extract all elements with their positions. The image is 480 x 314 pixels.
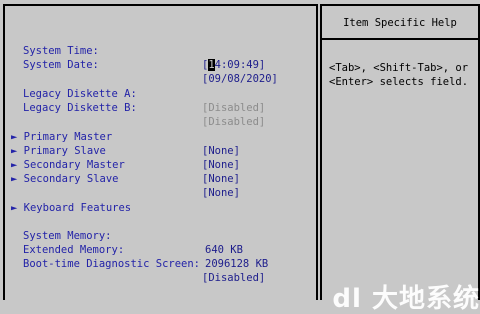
system-date-row[interactable]: System Date: [09/08/2020]: [5, 44, 278, 85]
primary-slave-row[interactable]: ► Primary Slave [None]: [5, 130, 240, 171]
primary-master-row[interactable]: ► Primary Master [None]: [5, 116, 240, 157]
legacy-diskette-a-row: Legacy Diskette A: [Disabled]: [5, 73, 265, 114]
bios-main-screen: System Time: [14:09:49] System Date: [09…: [0, 0, 480, 312]
legacy-diskette-a-value: [Disabled]: [202, 102, 266, 114]
help-title: Item Specific Help: [343, 17, 457, 29]
keyboard-features-row[interactable]: ► Keyboard Features: [5, 187, 131, 214]
secondary-master-value: [None]: [202, 173, 240, 185]
system-time-row[interactable]: System Time: [14:09:49]: [5, 30, 265, 71]
help-text: <Tab>, <Shift-Tab>, or <Enter> selects f…: [329, 62, 469, 88]
help-panel: Item Specific Help <Tab>, <Shift-Tab>, o…: [320, 4, 480, 300]
system-time-value[interactable]: [14:09:49]: [202, 58, 265, 72]
extended-memory-row: Extended Memory: 2096128 KB: [5, 229, 268, 270]
boot-diagnostic-value[interactable]: [Disabled]: [202, 271, 265, 285]
system-date-label: System Date:: [23, 59, 99, 71]
secondary-slave-label: ► Secondary Slave: [11, 173, 119, 185]
secondary-slave-row[interactable]: ► Secondary Slave [None]: [5, 158, 240, 199]
primary-master-value: [None]: [202, 145, 240, 157]
secondary-slave-value: [None]: [202, 187, 240, 199]
primary-slave-value: [None]: [202, 159, 240, 171]
system-memory-row: System Memory: 640 KB: [5, 215, 243, 256]
secondary-master-row[interactable]: ► Secondary Master [None]: [5, 144, 240, 185]
boot-diagnostic-row[interactable]: Boot-time Diagnostic Screen: [Disabled]: [5, 243, 265, 284]
system-date-value[interactable]: [09/08/2020]: [202, 72, 278, 86]
keyboard-features-label: ► Keyboard Features: [11, 202, 132, 214]
submenu-arrow-icon: ►: [11, 173, 18, 185]
legacy-diskette-b-value: [Disabled]: [202, 116, 266, 128]
settings-panel: System Time: [14:09:49] System Date: [09…: [3, 4, 318, 300]
boot-diagnostic-label: Boot-time Diagnostic Screen:: [23, 258, 201, 270]
help-divider: [322, 38, 478, 40]
legacy-diskette-b-label: Legacy Diskette B:: [23, 102, 137, 114]
legacy-diskette-b-row: Legacy Diskette B: [Disabled]: [5, 87, 265, 128]
submenu-arrow-icon: ►: [11, 202, 18, 214]
watermark-logo: dl 大地系统: [332, 284, 480, 314]
system-memory-value: 640 KB: [205, 244, 243, 256]
extended-memory-value: 2096128 KB: [205, 258, 269, 270]
